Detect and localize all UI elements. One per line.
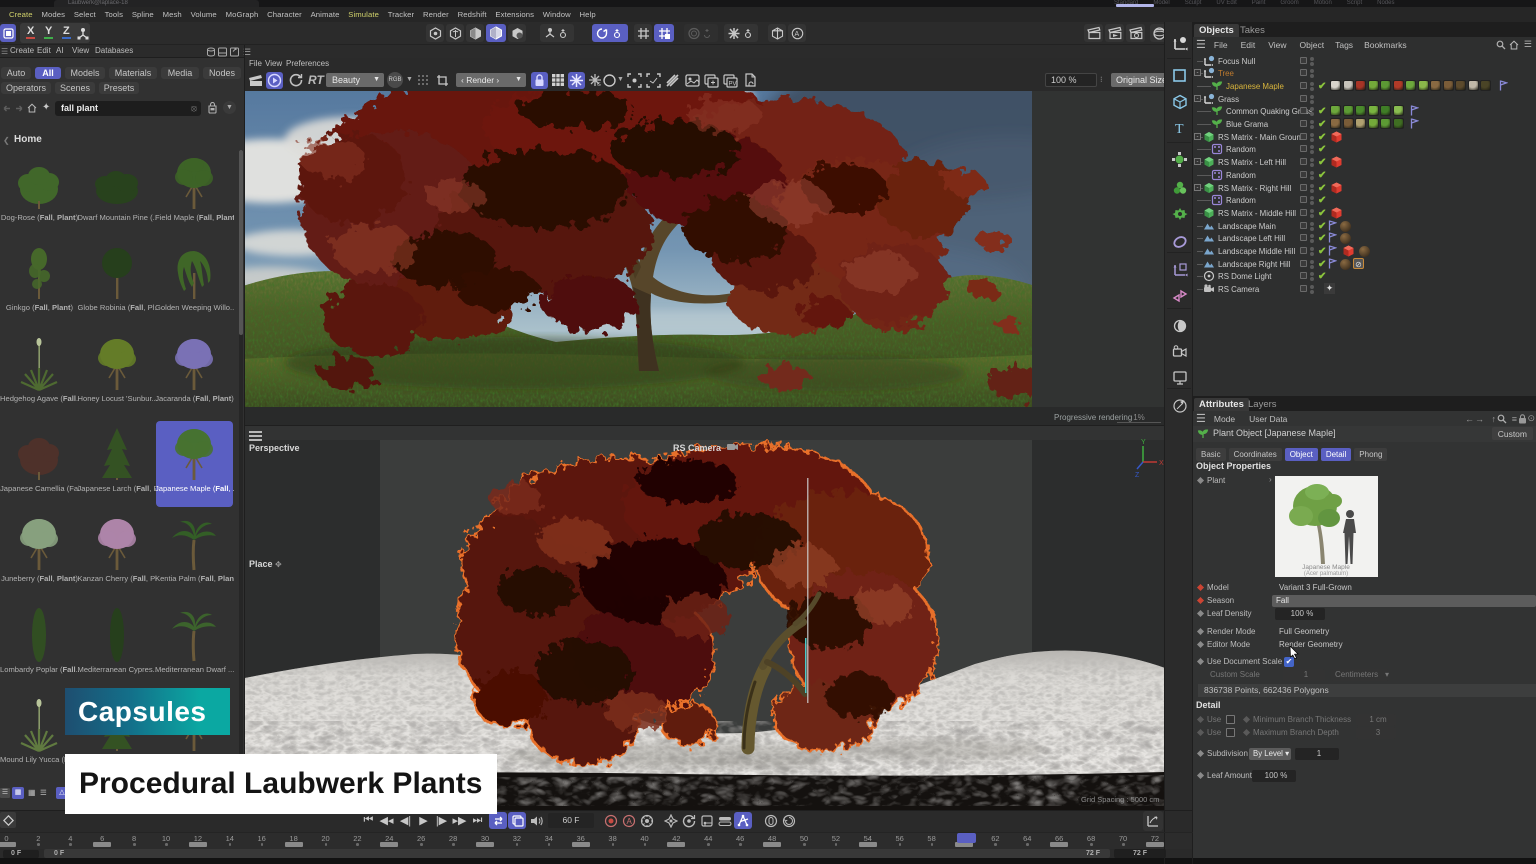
svg-text:Grid Spacing : 5000 cm: Grid Spacing : 5000 cm <box>1081 795 1159 804</box>
svg-text:Perspective: Perspective <box>249 443 300 453</box>
svg-text:PV: PV <box>729 82 737 88</box>
svg-text:G: G <box>597 82 601 87</box>
svg-text:A: A <box>794 31 799 38</box>
svg-text:Y: Y <box>1141 439 1146 446</box>
svg-text:A: A <box>626 817 632 826</box>
svg-text:(Acer palmatum): (Acer palmatum) <box>1304 571 1348 577</box>
svg-text:Japanese Maple: Japanese Maple <box>1302 564 1350 571</box>
svg-text:Place: Place <box>249 559 273 569</box>
svg-text:Z: Z <box>1135 472 1140 479</box>
svg-text:✥: ✥ <box>275 560 282 569</box>
svg-text:T: T <box>1175 122 1184 136</box>
svg-text:RS Camera: RS Camera <box>673 443 722 453</box>
